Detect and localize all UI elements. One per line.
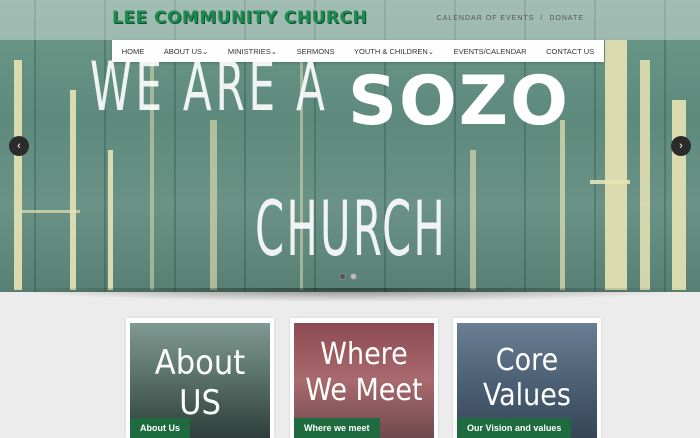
nav-events-calendar[interactable]: EVENTS/CALENDAR <box>454 47 527 56</box>
calendar-link[interactable]: CALENDAR OF EVENTS <box>437 15 535 22</box>
paint-streak <box>605 40 627 290</box>
card-label[interactable]: Where we meet <box>294 418 380 438</box>
card-label[interactable]: Our Vision and values <box>457 418 572 438</box>
chevron-right-icon[interactable]: › <box>671 136 691 156</box>
card-title: Where We Meet <box>305 337 423 408</box>
paint-streak <box>590 180 630 184</box>
card-where-we-meet[interactable]: Where We Meet Where we meet <box>290 318 438 438</box>
hero-headline-line1: WE ARE A <box>90 48 329 127</box>
card-image: Core Values Our Vision and values <box>457 323 597 438</box>
paint-streak <box>20 210 80 213</box>
donate-link[interactable]: DONATE <box>549 15 584 22</box>
nav-youth-children[interactable]: YOUTH & CHILDREN⌄ <box>354 47 434 56</box>
link-separator: / <box>540 15 544 22</box>
card-core-values[interactable]: Core Values Our Vision and values <box>453 318 601 438</box>
nav-contact-us[interactable]: CONTACT US <box>546 47 594 56</box>
paint-streak <box>108 150 113 290</box>
hero-headline-sozo: SOZO <box>348 62 570 141</box>
hero-slider: LEE COMMUNITY CHURCH CALENDAR OF EVENTS … <box>0 0 700 292</box>
chevron-left-icon[interactable]: ‹ <box>9 136 29 156</box>
paint-streak <box>640 60 650 290</box>
card-title: Core Values <box>483 343 571 413</box>
paint-streak <box>560 120 565 290</box>
paint-streak <box>70 90 76 290</box>
slider-dot[interactable] <box>350 273 357 280</box>
slider-dot[interactable] <box>339 273 346 280</box>
top-links: CALENDAR OF EVENTS / DONATE <box>437 15 584 22</box>
paint-streak <box>672 100 686 290</box>
hero-shadow <box>0 288 700 302</box>
paint-streak <box>210 120 217 290</box>
card-title: About US <box>154 343 246 423</box>
card-image: About US About Us <box>130 323 270 438</box>
paint-streak <box>14 60 22 290</box>
site-logo[interactable]: LEE COMMUNITY CHURCH <box>112 8 367 28</box>
paint-streak <box>470 150 476 290</box>
card-label[interactable]: About Us <box>130 418 190 438</box>
hero-headline-church: CHURCH <box>255 184 447 273</box>
slider-dots <box>339 273 357 280</box>
card-image: Where We Meet Where we meet <box>294 323 434 438</box>
card-about-us[interactable]: About US About Us <box>126 318 274 438</box>
